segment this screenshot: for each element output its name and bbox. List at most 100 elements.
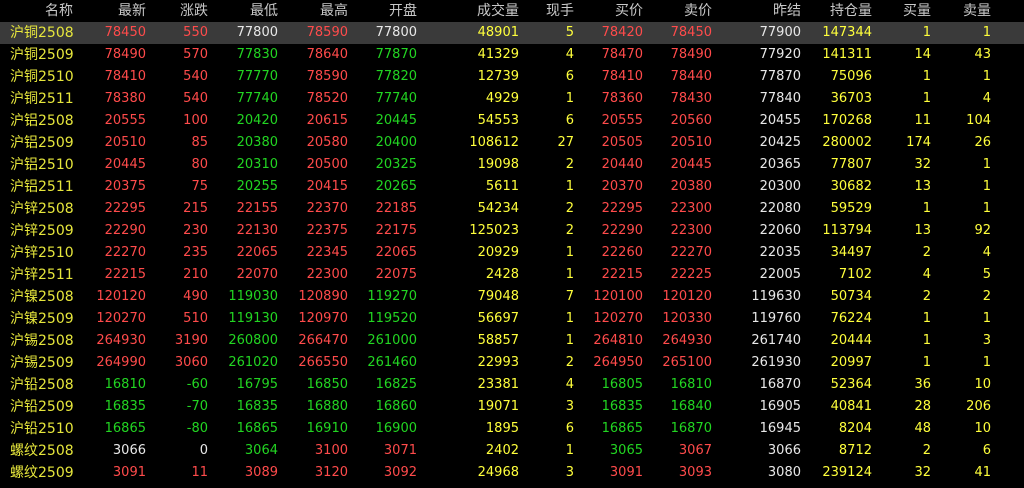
cell-change: 550 (183, 25, 208, 40)
cell-prev-settle: 261930 (751, 355, 801, 370)
table-row[interactable]: 沪铝2509 20510 85 20380 20580 20400 108612 27 2050… (0, 132, 1024, 154)
cell-bid-volume: 2 (922, 289, 931, 304)
cell-open-interest: 170268 (822, 113, 872, 128)
header-change[interactable]: 涨跌 (146, 0, 208, 22)
table-row[interactable]: 沪锌2508 22295 215 22155 22370 22185 54234 2 22295… (0, 198, 1024, 220)
cell-volume: 125023 (469, 223, 519, 238)
cell-open: 119520 (367, 311, 417, 326)
cell-ask-volume: 6 (982, 443, 991, 458)
header-ask[interactable]: 卖价 (643, 0, 712, 22)
cell-ask: 265100 (662, 355, 712, 370)
cell-change: 570 (183, 47, 208, 62)
table-row[interactable]: 沪镍2508 120120 490 119030 120890 119270 79048 7 1… (0, 286, 1024, 308)
header-last[interactable]: 最新 (76, 0, 146, 22)
header-open-interest[interactable]: 持仓量 (801, 0, 872, 22)
cell-last: 20510 (104, 135, 146, 150)
cell-volume: 19098 (477, 157, 519, 172)
cell-ask-volume: 1 (982, 355, 991, 370)
table-row[interactable]: 沪锡2508 264930 3190 260800 266470 261000 58857 1… (0, 330, 1024, 352)
cell-ask-volume: 92 (974, 223, 991, 238)
cell-bid: 264810 (593, 333, 643, 348)
cell-current-hand: 2 (565, 355, 574, 370)
cell-change: 510 (183, 311, 208, 326)
table-row[interactable]: 沪铝2511 20375 75 20255 20415 20265 5611 1 20370 20… (0, 176, 1024, 198)
cell-high: 3120 (314, 465, 348, 480)
cell-bid-volume: 1 (922, 25, 931, 40)
header-bid[interactable]: 买价 (574, 0, 643, 22)
cell-last: 22290 (104, 223, 146, 238)
cell-volume: 48901 (477, 25, 519, 40)
cell-open-interest: 147344 (822, 25, 872, 40)
cell-ask-volume: 4 (982, 91, 991, 106)
table-row[interactable]: 螺纹2508 3066 0 3064 3100 3071 2402 1 3065 3067 3066… (0, 440, 1024, 462)
cell-prev-settle: 77840 (759, 91, 801, 106)
cell-prev-settle: 16870 (759, 377, 801, 392)
table-row[interactable]: 沪铜2511 78380 540 77740 78520 77740 4929 1 78360 7… (0, 88, 1024, 110)
cell-last: 78410 (104, 69, 146, 84)
cell-name: 螺纹2509 (10, 465, 74, 481)
table-row[interactable]: 沪铅2510 16865 -80 16865 16910 16900 1895 6 16865 1… (0, 418, 1024, 440)
table-row[interactable]: 沪锌2509 22290 230 22130 22375 22175 125023 2 2229… (0, 220, 1024, 242)
header-bid-volume[interactable]: 买量 (872, 0, 931, 22)
cell-ask: 78430 (670, 91, 712, 106)
table-row[interactable]: 沪铝2508 20555 100 20420 20615 20445 54553 6 20555… (0, 110, 1024, 132)
cell-name: 沪铅2508 (10, 377, 74, 393)
cell-ask: 3067 (678, 443, 712, 458)
cell-open-interest: 30682 (830, 179, 872, 194)
cell-last: 22270 (104, 245, 146, 260)
cell-current-hand: 2 (565, 157, 574, 172)
cell-bid: 120270 (593, 311, 643, 326)
cell-name: 沪锌2510 (10, 245, 74, 261)
cell-volume: 54553 (477, 113, 519, 128)
table-row[interactable]: 沪镍2509 120270 510 119130 120970 119520 56697 1 1… (0, 308, 1024, 330)
cell-ask-volume: 5 (982, 267, 991, 282)
cell-volume: 54234 (477, 201, 519, 216)
cell-change: 230 (183, 223, 208, 238)
cell-ask-volume: 3 (982, 333, 991, 348)
cell-bid-volume: 1 (922, 69, 931, 84)
cell-ask: 78490 (670, 47, 712, 62)
cell-open-interest: 34497 (830, 245, 872, 260)
header-current-hand[interactable]: 现手 (519, 0, 574, 22)
cell-bid: 16835 (601, 399, 643, 414)
table-row[interactable]: 沪锌2510 22270 235 22065 22345 22065 20929 1 22260… (0, 242, 1024, 264)
cell-change: 215 (183, 201, 208, 216)
cell-bid-volume: 2 (922, 443, 931, 458)
cell-open: 22075 (375, 267, 417, 282)
header-open[interactable]: 开盘 (348, 0, 417, 22)
cell-high: 20500 (306, 157, 348, 172)
cell-ask: 20380 (670, 179, 712, 194)
table-row[interactable]: 沪铜2510 78410 540 77770 78590 77820 12739 6 78410… (0, 66, 1024, 88)
table-row[interactable]: 沪铜2508 78450 550 77800 78590 77800 48901 5 78420… (0, 22, 1024, 44)
header-ask-volume[interactable]: 卖量 (931, 0, 991, 22)
table-row[interactable]: 沪锌2511 22215 210 22070 22300 22075 2428 1 22215 2… (0, 264, 1024, 286)
cell-volume: 12739 (477, 69, 519, 84)
cell-last: 20445 (104, 157, 146, 172)
cell-ask-volume: 1 (982, 157, 991, 172)
cell-prev-settle: 119760 (751, 311, 801, 326)
cell-bid-volume: 13 (914, 223, 931, 238)
cell-high: 22345 (306, 245, 348, 260)
table-row[interactable]: 沪铜2509 78490 570 77830 78640 77870 41329 4 78470… (0, 44, 1024, 66)
table-row[interactable]: 螺纹2509 3091 11 3089 3120 3092 24968 3 3091 3093 30… (0, 462, 1024, 484)
header-volume[interactable]: 成交量 (417, 0, 519, 22)
cell-open: 22175 (375, 223, 417, 238)
table-row[interactable]: 沪锡2509 264990 3060 261020 266550 261460 22993 2… (0, 352, 1024, 374)
table-row[interactable]: 沪铅2508 16810 -60 16795 16850 16825 23381 4 16805… (0, 374, 1024, 396)
cell-bid-volume: 48 (914, 421, 931, 436)
cell-name: 螺纹2508 (10, 443, 74, 459)
cell-current-hand: 1 (565, 333, 574, 348)
cell-high: 20615 (306, 113, 348, 128)
header-low[interactable]: 最低 (208, 0, 278, 22)
header-prev-settle[interactable]: 昨结 (712, 0, 801, 22)
cell-bid-volume: 4 (922, 267, 931, 282)
cell-high: 266550 (298, 355, 348, 370)
header-high[interactable]: 最高 (278, 0, 348, 22)
table-row[interactable]: 沪铅2509 16835 -70 16835 16880 16860 19071 3 16835… (0, 396, 1024, 418)
cell-ask-volume: 10 (974, 421, 991, 436)
cell-bid: 20370 (601, 179, 643, 194)
table-row[interactable]: 沪铝2510 20445 80 20310 20500 20325 19098 2 20440 2… (0, 154, 1024, 176)
cell-open-interest: 36703 (830, 91, 872, 106)
cell-bid: 78410 (601, 69, 643, 84)
cell-name: 沪锡2509 (10, 355, 74, 371)
